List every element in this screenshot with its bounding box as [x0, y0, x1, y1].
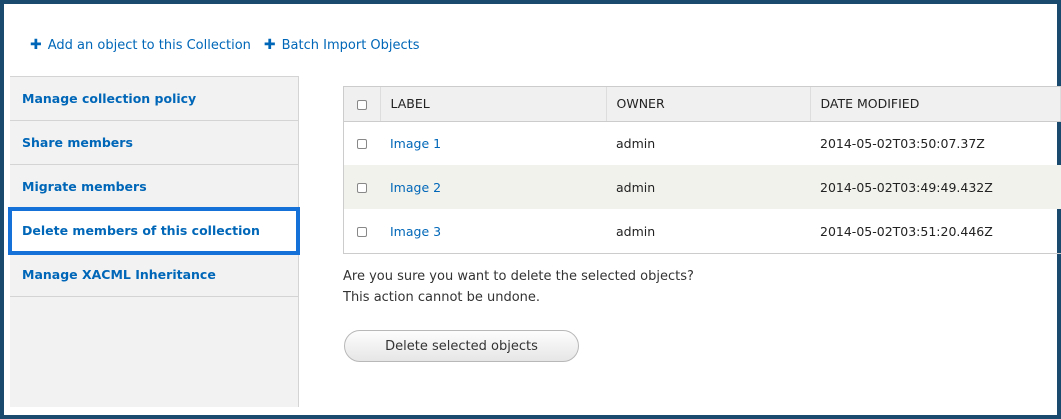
- add-object-label: Add an object to this Collection: [47, 37, 251, 53]
- confirm-line-2: This action cannot be undone.: [343, 290, 541, 305]
- plus-icon: ✚: [263, 37, 276, 53]
- header-owner[interactable]: OWNER: [606, 87, 811, 122]
- confirm-line-1: Are you sure you want to delete the sele…: [343, 269, 694, 284]
- batch-import-label: Batch Import Objects: [281, 37, 420, 53]
- batch-import-link[interactable]: ✚ Batch Import Objects: [264, 37, 420, 53]
- select-all-cell: [344, 87, 381, 122]
- plus-icon: ✚: [30, 37, 42, 53]
- add-object-link[interactable]: ✚ Add an object to this Collection: [30, 37, 251, 53]
- row-label-cell: Image 1: [380, 121, 606, 165]
- table-header-row: LABEL OWNER DATE MODIFIED: [344, 87, 1061, 122]
- vertical-tabs: Manage collection policy Share members M…: [8, 76, 300, 407]
- row-owner: admin: [606, 165, 810, 209]
- header-date-modified[interactable]: DATE MODIFIED: [810, 87, 1061, 122]
- row-owner: admin: [616, 135, 656, 151]
- tab-manage-collection-policy[interactable]: Manage collection policy: [10, 77, 298, 121]
- table-row: Image 1 admin 2014-05-02T03:50:07.37Z: [344, 121, 1061, 165]
- action-links: ✚ Add an object to this Collection ✚ Bat…: [30, 37, 420, 53]
- tab-manage-xacml-inheritance[interactable]: Manage XACML Inheritance: [10, 253, 298, 297]
- object-link[interactable]: Image 1: [390, 136, 441, 151]
- row-date: 2014-05-02T03:49:49.432Z: [810, 165, 1061, 209]
- select-all-checkbox[interactable]: [356, 99, 367, 110]
- objects-table: LABEL OWNER DATE MODIFIED Image 1 admin …: [343, 86, 1061, 254]
- tab-delete-members[interactable]: Delete members of this collection: [8, 207, 300, 255]
- row-date: 2014-05-02T03:51:20.446Z: [820, 223, 993, 239]
- row-checkbox[interactable]: [357, 227, 367, 237]
- row-checkbox[interactable]: [357, 183, 367, 193]
- row-check-cell: [344, 209, 380, 253]
- row-checkbox[interactable]: [357, 139, 367, 150]
- table-row: Image 3 admin 2014-05-02T03:51:20.446Z: [344, 209, 1061, 253]
- row-check-cell: [344, 121, 380, 165]
- object-link[interactable]: Image 3: [390, 224, 441, 239]
- table-row: Image 2 admin 2014-05-02T03:49:49.432Z: [344, 165, 1061, 209]
- row-owner: admin: [616, 223, 656, 239]
- tab-migrate-members[interactable]: Migrate members: [10, 165, 298, 209]
- row-check-cell: [344, 165, 380, 209]
- object-link[interactable]: Image 2: [390, 180, 441, 195]
- delete-selected-button[interactable]: Delete selected objects: [344, 330, 579, 362]
- confirm-message: Are you sure you want to delete the sele…: [343, 266, 694, 308]
- tab-share-members[interactable]: Share members: [10, 121, 298, 165]
- header-label[interactable]: LABEL: [380, 87, 607, 122]
- row-label-cell: Image 2: [380, 165, 606, 209]
- row-label-cell: Image 3: [380, 209, 606, 253]
- row-date: 2014-05-02T03:50:07.37Z: [820, 135, 985, 151]
